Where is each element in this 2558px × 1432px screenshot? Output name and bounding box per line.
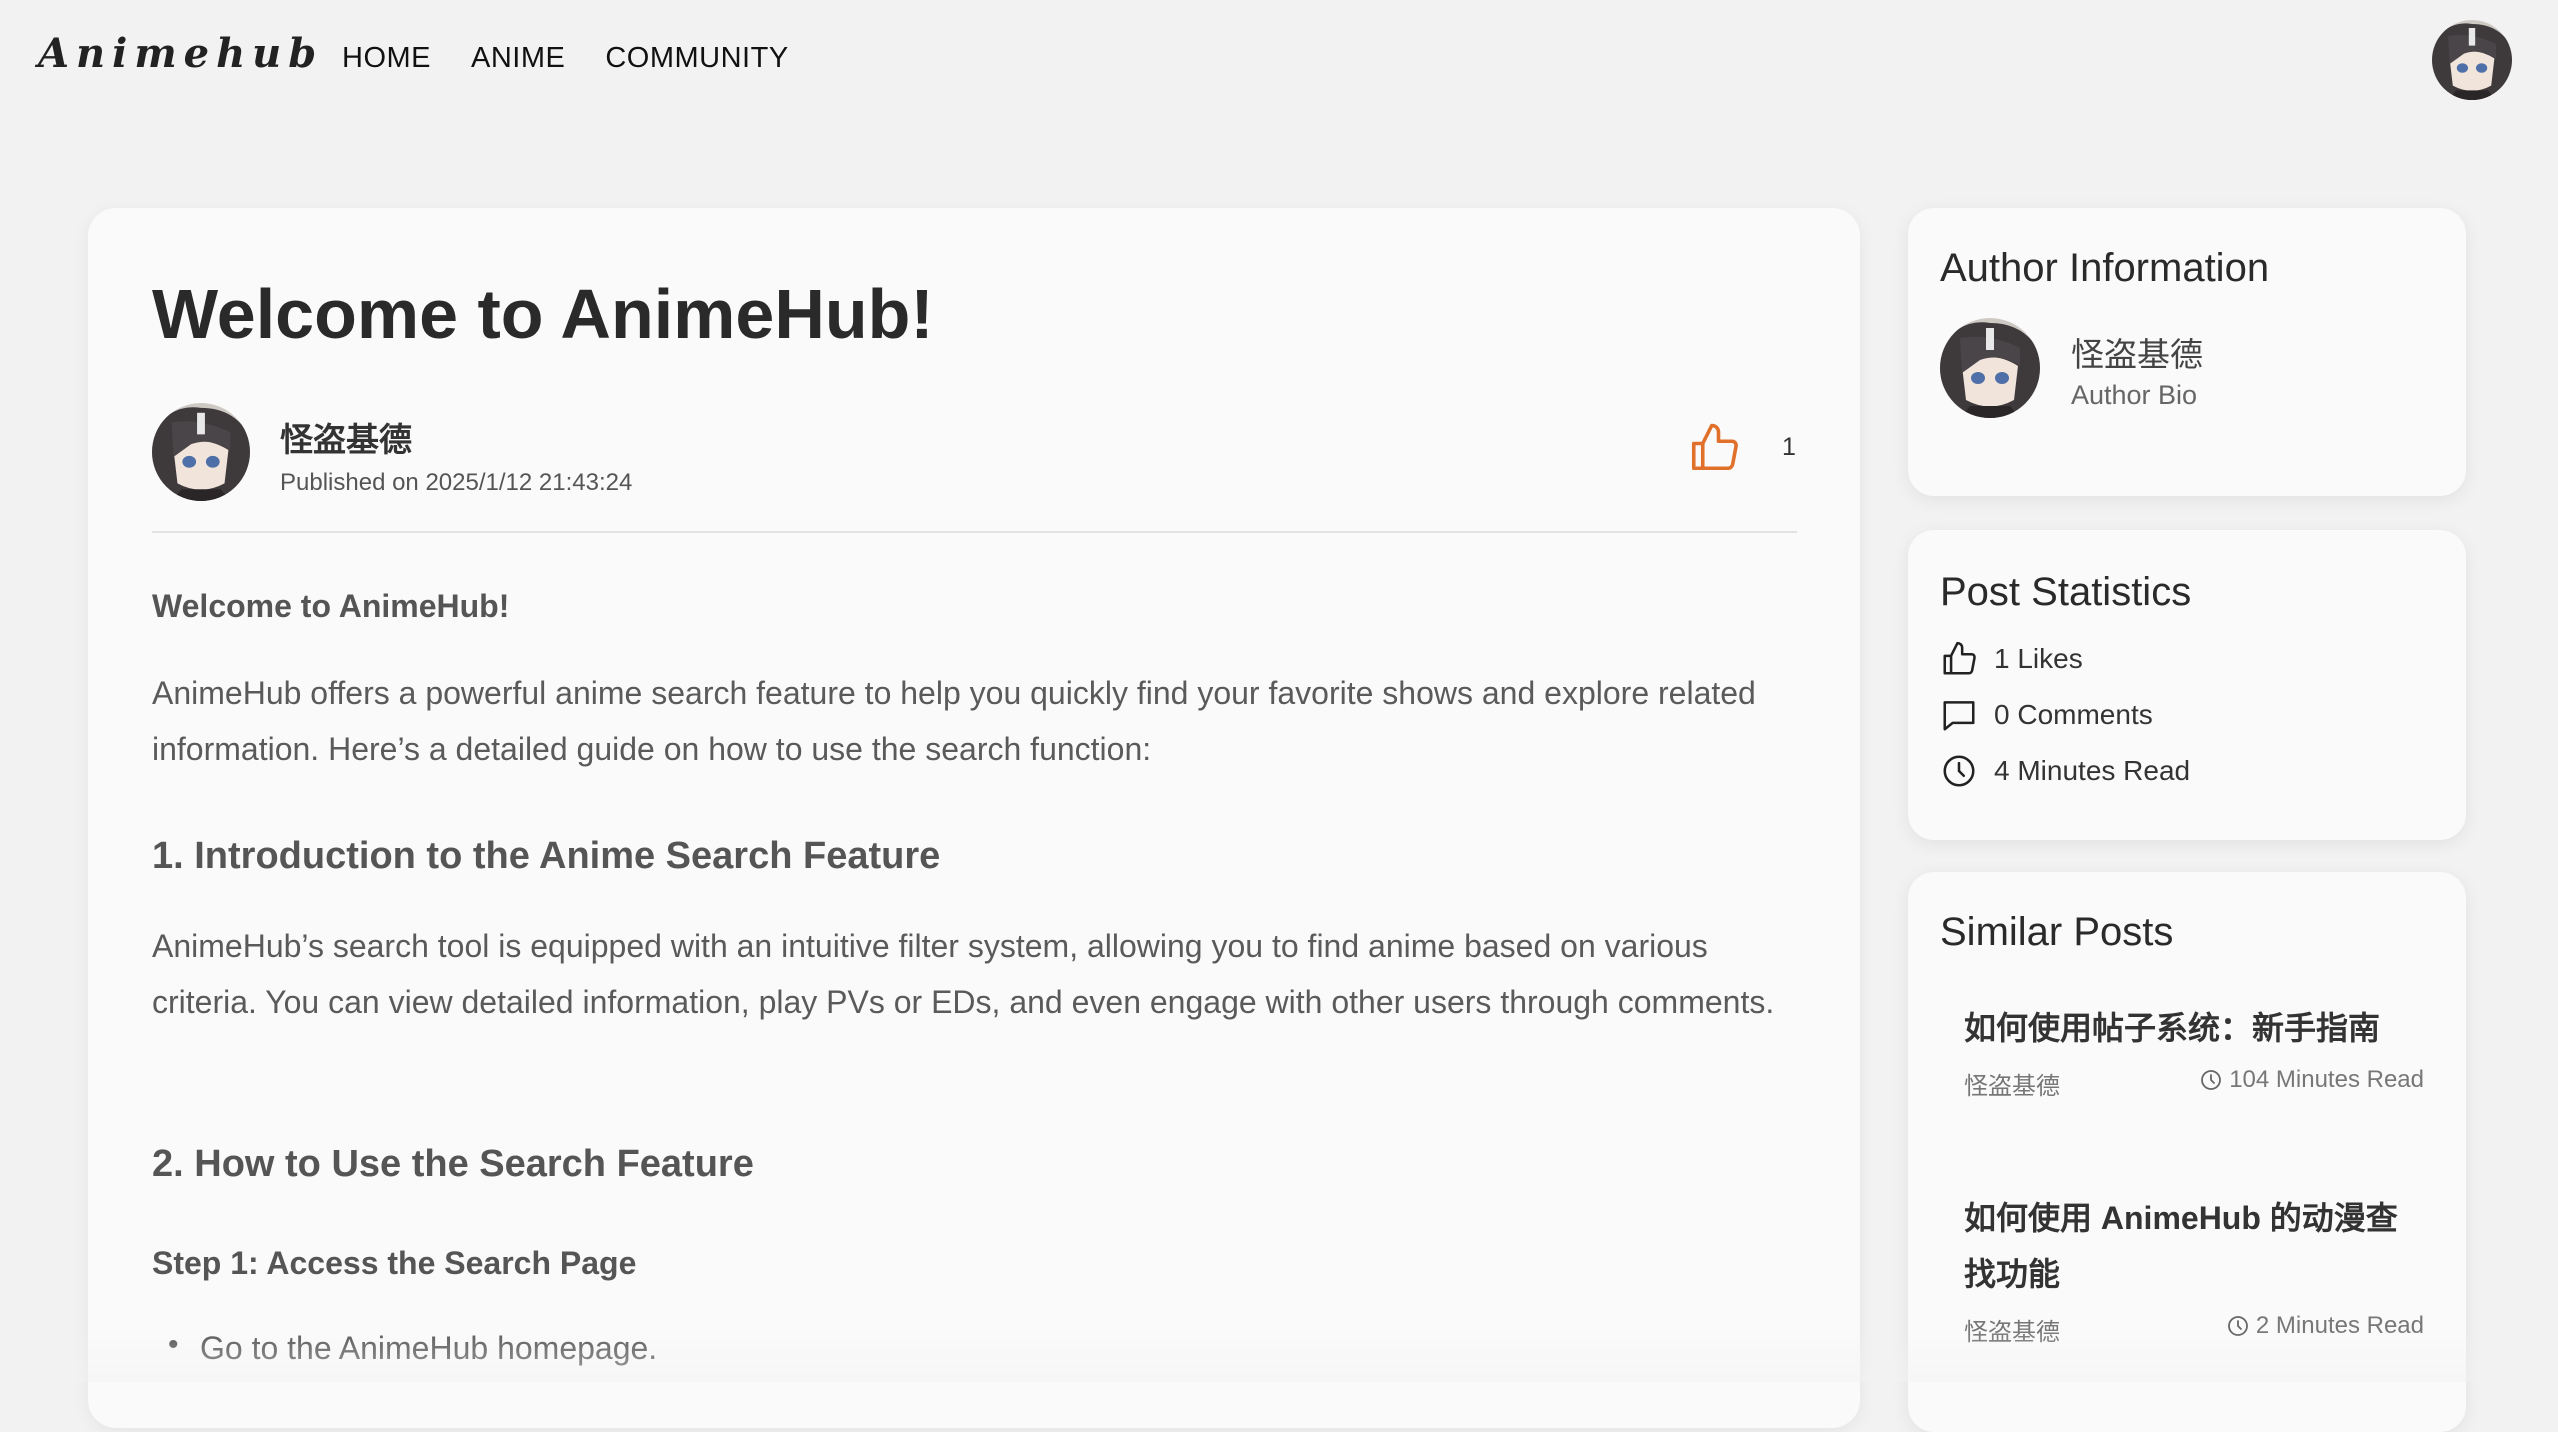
publish-date: Published on 2025/1/12 21:43:24: [280, 469, 633, 496]
list-item: Go to the AnimeHub homepage.: [168, 1328, 657, 1367]
stat-read-time: 4 Minutes Read: [1940, 752, 2190, 790]
clock-icon: [1943, 755, 1975, 787]
site-logo[interactable]: Animehub: [38, 30, 323, 77]
author-bio: Author Bio: [2071, 380, 2198, 410]
similar-post-read-time: 2 Minutes Read: [2226, 1312, 2424, 1340]
author-avatar[interactable]: [152, 403, 250, 501]
thumbs-up-icon: [1943, 641, 1976, 675]
similar-post-item[interactable]: 如何使用帖子系统：新手指南 怪盗基德 104 Minutes Read: [1964, 1000, 2424, 1100]
author-info-card: Author Information 怪盗基德 Author Bio: [1908, 208, 2466, 496]
article-content: Welcome to AnimeHub! AnimeHub offers a p…: [152, 588, 1812, 1366]
comment-icon: [1943, 701, 1975, 731]
user-avatar-icon: [2432, 20, 2512, 100]
article-title: Welcome to AnimeHub!: [152, 275, 934, 353]
similar-post-title[interactable]: 如何使用 AnimeHub 的动漫查找功能: [1964, 1190, 2424, 1302]
similar-post-meta: 怪盗基德 104 Minutes Read: [1964, 1066, 2424, 1100]
stat-likes-label: 1 Likes: [1994, 643, 2083, 674]
post-statistics-title: Post Statistics: [1940, 570, 2192, 614]
stat-likes: 1 Likes: [1940, 640, 2083, 678]
similar-post-meta: 怪盗基德 2 Minutes Read: [1964, 1312, 2424, 1346]
section1-paragraph: AnimeHub’s search tool is equipped with …: [152, 928, 1775, 1020]
clock-icon: [2201, 1070, 2222, 1090]
author-info-title: Author Information: [1940, 246, 2270, 290]
similar-post-author: 怪盗基德: [1964, 1319, 2060, 1346]
divider: [152, 531, 1797, 533]
intro-paragraph: AnimeHub offers a powerful anime search …: [152, 675, 1756, 767]
author-info-avatar-icon: [1940, 318, 2040, 418]
author-avatar-icon: [152, 403, 250, 501]
nav-community-link[interactable]: COMMUNITY: [605, 42, 788, 75]
article-card: Welcome to AnimeHub! 怪盗基德 Published on 2…: [88, 208, 1860, 1428]
clock-icon: [2228, 1316, 2248, 1336]
like-count: 1: [1782, 433, 1796, 461]
post-statistics-card: Post Statistics 1 Likes 0 Comments 4 Min…: [1908, 530, 2466, 840]
intro-heading: Welcome to AnimeHub!: [152, 588, 510, 624]
step1-heading: Step 1: Access the Search Page: [152, 1245, 637, 1281]
section1-heading: 1. Introduction to the Anime Search Feat…: [152, 835, 941, 877]
section2-heading: 2. How to Use the Search Feature: [152, 1143, 754, 1185]
nav-anime-link[interactable]: ANIME: [471, 42, 565, 75]
similar-post-item[interactable]: 如何使用 AnimeHub 的动漫查找功能 怪盗基德 2 Minutes Rea…: [1964, 1190, 2424, 1346]
article-author-row: 怪盗基德 Published on 2025/1/12 21:43:24 1: [152, 403, 1797, 513]
user-avatar[interactable]: [2432, 20, 2512, 100]
similar-post-read-time-label: 104 Minutes Read: [2229, 1066, 2424, 1093]
similar-post-title[interactable]: 如何使用帖子系统：新手指南: [1964, 1000, 2424, 1056]
stat-read-time-label: 4 Minutes Read: [1994, 755, 2191, 786]
similar-post-read-time-label: 2 Minutes Read: [2255, 1312, 2424, 1339]
main-nav: HOME ANIME COMMUNITY: [342, 42, 829, 75]
similar-post-read-time: 104 Minutes Read: [2199, 1066, 2424, 1094]
nav-home-link[interactable]: HOME: [342, 42, 431, 75]
similar-post-author: 怪盗基德: [1964, 1073, 2060, 1100]
article-author-name[interactable]: 怪盗基德: [280, 413, 412, 461]
top-navigation-bar: Animehub HOME ANIME COMMUNITY: [0, 0, 2558, 120]
author-info-name[interactable]: 怪盗基德: [2071, 328, 2203, 376]
similar-posts-title: Similar Posts: [1940, 910, 2174, 954]
like-button[interactable]: [1687, 421, 1741, 475]
stat-comments-label: 0 Comments: [1994, 699, 2153, 730]
author-info-avatar[interactable]: [1940, 318, 2040, 418]
stat-comments: 0 Comments: [1940, 696, 2153, 734]
similar-posts-card: Similar Posts 如何使用帖子系统：新手指南 怪盗基德 104 Min…: [1908, 872, 2466, 1432]
thumbs-up-icon: [1691, 423, 1738, 471]
